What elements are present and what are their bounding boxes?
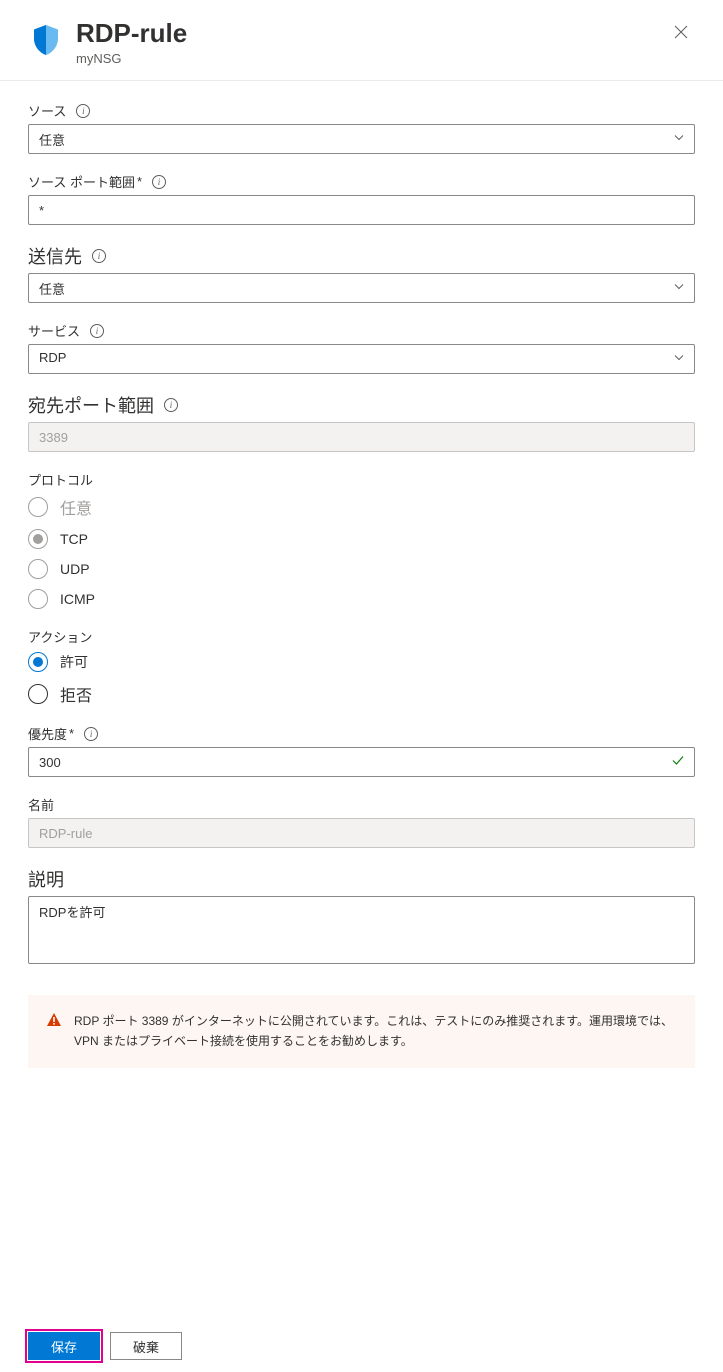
input-dest-port bbox=[28, 422, 695, 452]
label-source: ソース bbox=[28, 101, 66, 120]
field-description: 説明 bbox=[28, 866, 695, 967]
field-service: サービス i RDP bbox=[28, 321, 695, 374]
radio-label: ICMP bbox=[60, 591, 95, 607]
field-name: 名前 bbox=[28, 795, 695, 848]
textarea-description[interactable] bbox=[28, 896, 695, 964]
radio-icon bbox=[28, 652, 48, 672]
discard-button[interactable]: 破棄 bbox=[110, 1332, 182, 1360]
input-source-port[interactable] bbox=[28, 195, 695, 225]
label-source-port: ソース ポート範囲 bbox=[28, 172, 135, 191]
radio-protocol-icmp: ICMP bbox=[28, 589, 695, 609]
input-priority[interactable] bbox=[28, 747, 695, 777]
info-icon[interactable]: i bbox=[90, 324, 104, 338]
radio-icon bbox=[28, 684, 48, 704]
label-destination: 送信先 bbox=[28, 243, 82, 269]
radio-icon bbox=[28, 529, 48, 549]
info-icon[interactable]: i bbox=[152, 175, 166, 189]
select-destination[interactable]: 任意 bbox=[28, 273, 695, 303]
page-subtitle: myNSG bbox=[76, 51, 667, 66]
required-mark: * bbox=[137, 174, 142, 189]
required-mark: * bbox=[69, 726, 74, 741]
radio-label: TCP bbox=[60, 531, 88, 547]
radio-label: 任意 bbox=[60, 495, 92, 519]
field-destination: 送信先 i 任意 bbox=[28, 243, 695, 303]
info-icon[interactable]: i bbox=[92, 249, 106, 263]
radio-protocol-udp: UDP bbox=[28, 559, 695, 579]
warning-banner: RDP ポート 3389 がインターネットに公開されています。これは、テストにの… bbox=[28, 995, 695, 1068]
radio-label: UDP bbox=[60, 561, 90, 577]
label-dest-port: 宛先ポート範囲 bbox=[28, 392, 154, 418]
radio-icon bbox=[28, 497, 48, 517]
radio-icon bbox=[28, 589, 48, 609]
input-name bbox=[28, 818, 695, 848]
label-service: サービス bbox=[28, 321, 80, 340]
label-description: 説明 bbox=[28, 866, 64, 892]
radio-action-deny[interactable]: 拒否 bbox=[28, 682, 695, 706]
info-icon[interactable]: i bbox=[76, 104, 90, 118]
close-button[interactable] bbox=[667, 18, 695, 51]
radio-action-allow[interactable]: 許可 bbox=[28, 652, 695, 672]
check-icon bbox=[671, 754, 685, 771]
radio-protocol-any: 任意 bbox=[28, 495, 695, 519]
header-divider bbox=[0, 80, 723, 81]
field-action: アクション 許可 拒否 bbox=[28, 627, 695, 706]
shield-icon bbox=[28, 22, 64, 58]
save-button[interactable]: 保存 bbox=[28, 1332, 100, 1360]
label-name: 名前 bbox=[28, 795, 54, 814]
warning-text: RDP ポート 3389 がインターネットに公開されています。これは、テストにの… bbox=[74, 1011, 677, 1052]
warning-icon bbox=[46, 1012, 62, 1031]
radio-label: 拒否 bbox=[60, 682, 92, 706]
radio-protocol-tcp: TCP bbox=[28, 529, 695, 549]
rule-form: ソース i 任意 ソース ポート範囲 * i 送信先 i 任意 サービス i bbox=[0, 101, 723, 967]
radio-label: 許可 bbox=[60, 652, 88, 672]
info-icon[interactable]: i bbox=[84, 727, 98, 741]
field-source: ソース i 任意 bbox=[28, 101, 695, 154]
label-priority: 優先度 bbox=[28, 724, 67, 743]
page-title: RDP-rule bbox=[76, 18, 667, 49]
radio-icon bbox=[28, 559, 48, 579]
label-action: アクション bbox=[28, 627, 92, 646]
info-icon[interactable]: i bbox=[164, 398, 178, 412]
field-source-port: ソース ポート範囲 * i bbox=[28, 172, 695, 225]
select-source[interactable]: 任意 bbox=[28, 124, 695, 154]
field-dest-port: 宛先ポート範囲 i bbox=[28, 392, 695, 452]
select-service[interactable]: RDP bbox=[28, 344, 695, 374]
panel-header: RDP-rule myNSG bbox=[0, 0, 723, 80]
close-icon bbox=[673, 24, 689, 40]
field-priority: 優先度 * i bbox=[28, 724, 695, 777]
label-protocol: プロトコル bbox=[28, 470, 93, 489]
footer-actions: 保存 破棄 bbox=[28, 1332, 182, 1360]
field-protocol: プロトコル 任意 TCP UDP ICMP bbox=[28, 470, 695, 609]
